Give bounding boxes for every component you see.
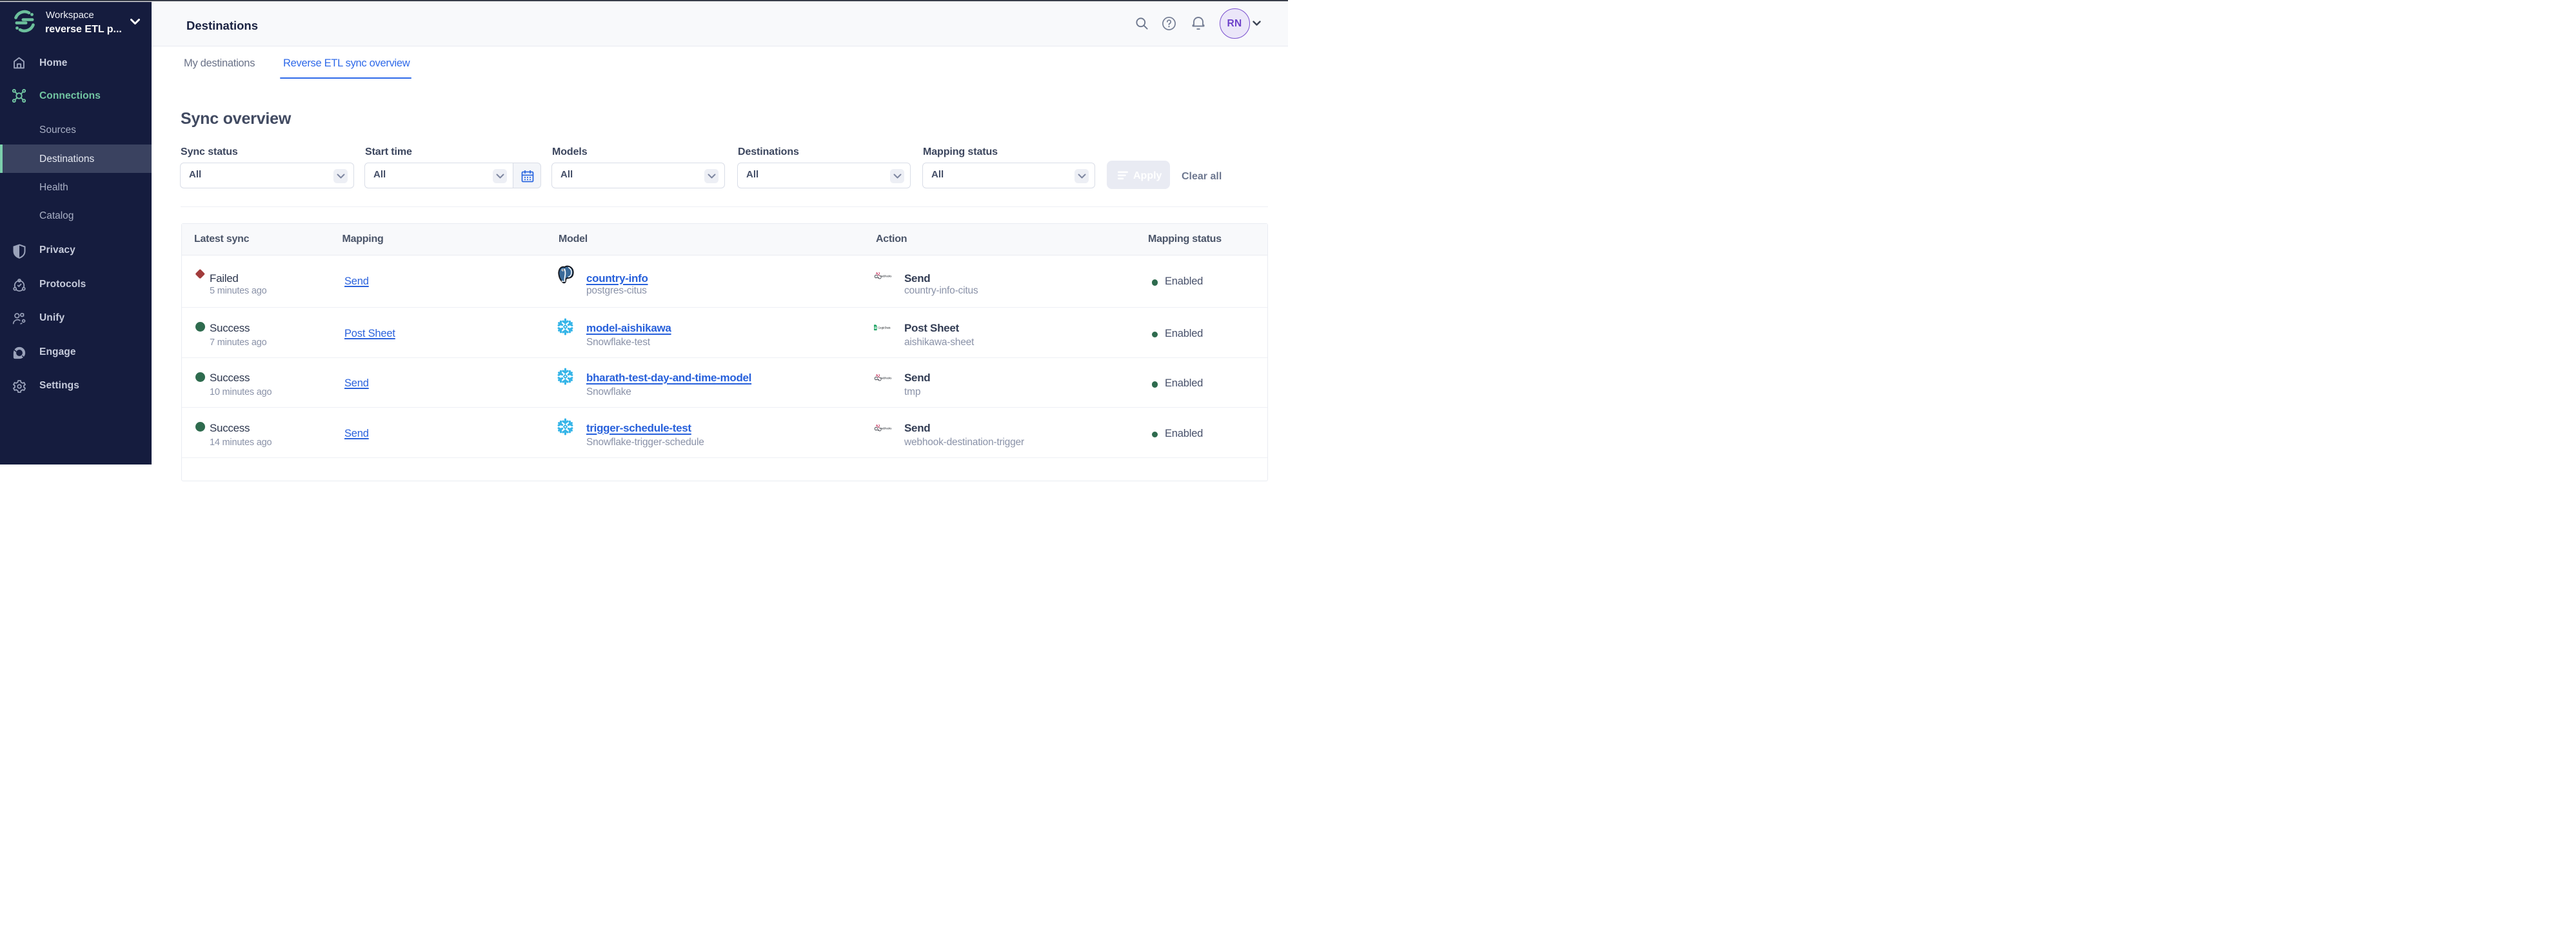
svg-text:Google Sheets: Google Sheets xyxy=(878,326,891,330)
svg-text:webhooks: webhooks xyxy=(880,274,892,277)
svg-text:webhooks: webhooks xyxy=(880,426,892,430)
svg-text:webhooks: webhooks xyxy=(880,376,892,379)
